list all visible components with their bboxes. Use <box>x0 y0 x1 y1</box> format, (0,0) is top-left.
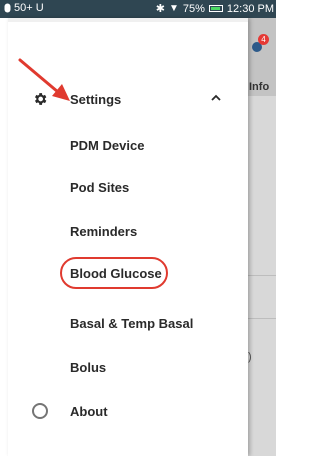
notification-badge: 4 <box>258 34 269 45</box>
drawer-top-edge <box>8 18 248 22</box>
menu-item-label: Blood Glucose <box>70 265 162 281</box>
menu-item-settings[interactable]: Settings <box>8 82 248 116</box>
menu-item-label: PDM Device <box>70 137 145 153</box>
background-app: 4 Info ) <box>248 18 276 456</box>
submenu-item-bolus[interactable]: Bolus <box>8 350 248 384</box>
pod-icon <box>4 3 11 13</box>
menu-item-label: Basal & Temp Basal <box>70 315 194 331</box>
divider <box>248 275 276 276</box>
bluetooth-icon: ✱ <box>155 3 165 15</box>
battery-icon <box>208 5 223 12</box>
submenu-item-pod-sites[interactable]: Pod Sites <box>8 170 248 204</box>
submenu-item-basal-temp-basal[interactable]: Basal & Temp Basal <box>8 306 248 340</box>
navigation-drawer: Settings PDM Device Pod Sites Reminders … <box>8 18 248 456</box>
background-header: 4 Info <box>248 18 276 96</box>
chevron-up-icon[interactable] <box>210 92 222 104</box>
status-bar: 50+ U ✱ ▼ 75% 12:30 PM <box>0 0 276 18</box>
menu-item-about[interactable]: About <box>8 394 248 428</box>
info-circle-icon <box>32 403 48 419</box>
menu-item-label: Reminders <box>70 223 138 239</box>
wifi-icon: ▼ <box>168 3 179 14</box>
insulin-on-board-text: 50+ U <box>14 2 44 14</box>
submenu-item-pdm-device[interactable]: PDM Device <box>8 128 248 162</box>
background-partial-text: ) <box>248 351 252 363</box>
menu-item-label: Bolus <box>70 359 107 375</box>
menu-item-label: Pod Sites <box>70 179 130 195</box>
gear-icon <box>35 93 47 105</box>
menu-item-label: Settings <box>70 91 122 107</box>
submenu-item-reminders[interactable]: Reminders <box>8 214 248 248</box>
clock: 12:30 PM <box>226 2 274 15</box>
info-tab-label: Info <box>249 81 270 93</box>
menu-item-label: About <box>70 403 108 419</box>
submenu-item-blood-glucose[interactable]: Blood Glucose <box>8 256 248 290</box>
battery-percent: 75% <box>182 2 205 15</box>
divider <box>248 318 276 319</box>
